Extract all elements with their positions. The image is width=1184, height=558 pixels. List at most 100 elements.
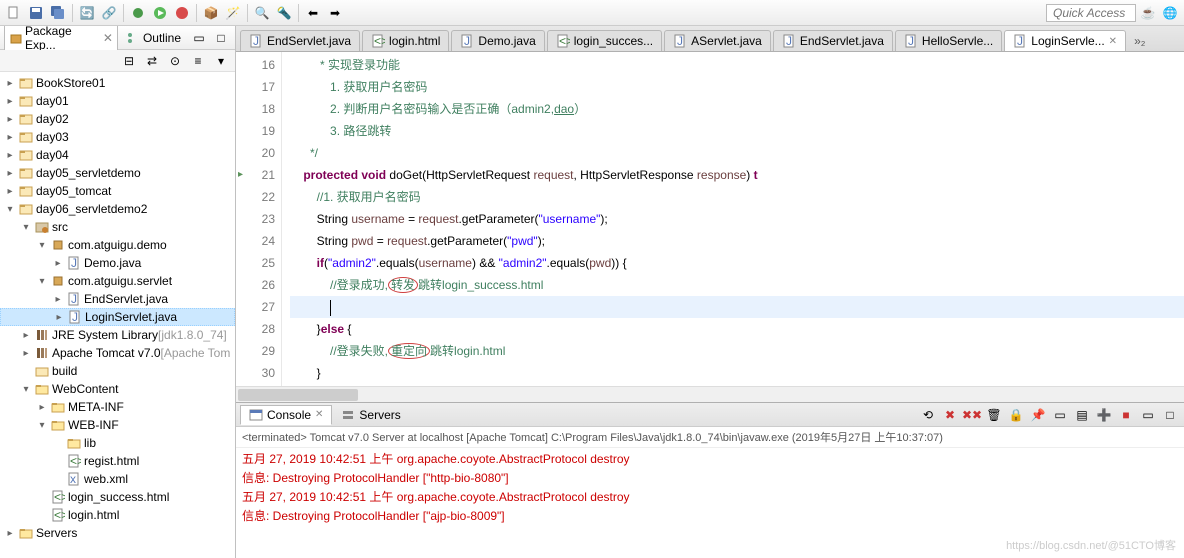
editor-tab-loginservle-[interactable]: JLoginServle...✕	[1004, 30, 1126, 51]
horizontal-scrollbar[interactable]	[236, 386, 1184, 402]
code-editor[interactable]: 16171819202122232425262728293031 * 实现登录功…	[236, 52, 1184, 386]
save-all-icon[interactable]	[48, 3, 68, 23]
editor-tab-demo-java[interactable]: JDemo.java	[451, 30, 544, 51]
persp-java-icon[interactable]: ☕	[1138, 3, 1158, 23]
editor-tab-login_succes-[interactable]: <>login_succes...	[547, 30, 662, 51]
persp-javaee-icon[interactable]: 🌐	[1160, 3, 1180, 23]
twisty-icon[interactable]: ▾	[36, 420, 48, 431]
new-icon[interactable]	[4, 3, 24, 23]
twisty-icon[interactable]: ▾	[36, 240, 48, 251]
code-line[interactable]: }	[290, 362, 1184, 384]
code-line[interactable]: */	[290, 142, 1184, 164]
quick-access-input[interactable]	[1046, 4, 1136, 22]
tree-node-endservlet-java[interactable]: ▸JEndServlet.java	[0, 290, 235, 308]
min-icon[interactable]: ▭	[1138, 405, 1158, 425]
twisty-icon[interactable]: ▾	[4, 204, 16, 215]
tree-node-day05_servletdemo[interactable]: ▸day05_servletdemo	[0, 164, 235, 182]
max-icon[interactable]: □	[1160, 405, 1180, 425]
terminate-relaunch-icon[interactable]: ⟲	[918, 405, 938, 425]
tree-node-apache-tomcat-v7-0-[interactable]: ▸Apache Tomcat v7.0 [Apache Tom	[0, 344, 235, 362]
tree-node-day04[interactable]: ▸day04	[0, 146, 235, 164]
console-output[interactable]: https://blog.csdn.net/@51CTO博客 五月 27, 20…	[236, 448, 1184, 558]
code-line[interactable]	[290, 296, 1184, 318]
twisty-icon[interactable]: ▾	[20, 384, 32, 395]
twisty-icon[interactable]: ▸	[4, 132, 16, 143]
tree-node-lib[interactable]: lib	[0, 434, 235, 452]
menu-icon[interactable]: ▾	[211, 51, 231, 71]
code-content[interactable]: * 实现登录功能 1. 获取用户名密码 2. 判断用户名密码输入是否正确（adm…	[282, 52, 1184, 386]
clear-console-icon[interactable]: 🗑	[984, 405, 1004, 425]
tree-node-com-atguigu-servlet[interactable]: ▾com.atguigu.servlet	[0, 272, 235, 290]
collapse-all-icon[interactable]: ⊟	[119, 51, 139, 71]
stop-icon[interactable]: ■	[1116, 405, 1136, 425]
twisty-icon[interactable]: ▸	[4, 78, 16, 89]
twisty-icon[interactable]: ▸	[4, 186, 16, 197]
refresh-icon[interactable]: 🔄	[77, 3, 97, 23]
twisty-icon[interactable]: ▾	[20, 222, 32, 233]
code-line[interactable]: }else {	[290, 318, 1184, 340]
tabs-overflow-button[interactable]: »₂	[1128, 31, 1151, 51]
twisty-icon[interactable]: ▸	[53, 312, 65, 323]
console-tab[interactable]: Console ✕	[240, 405, 332, 425]
twisty-icon[interactable]: ▸	[4, 528, 16, 539]
close-icon[interactable]: ✕	[315, 409, 323, 420]
code-line[interactable]: 1. 获取用户名密码	[290, 76, 1184, 98]
tree-node-web-inf[interactable]: ▾WEB-INF	[0, 416, 235, 434]
editor-tab-login-html[interactable]: <>login.html	[362, 30, 449, 51]
filter-icon[interactable]: ≡	[188, 51, 208, 71]
search-icon[interactable]: 🔦	[274, 3, 294, 23]
editor-tab-aservlet-java[interactable]: JAServlet.java	[664, 30, 771, 51]
tree-node-bookstore01[interactable]: ▸BookStore01	[0, 74, 235, 92]
tree-node-day01[interactable]: ▸day01	[0, 92, 235, 110]
code-line[interactable]: //登录成功,转发跳转login_success.html	[290, 274, 1184, 296]
open-console-icon[interactable]: ▤	[1072, 405, 1092, 425]
close-icon[interactable]: ✕	[103, 31, 113, 45]
tree-node-web-xml[interactable]: xweb.xml	[0, 470, 235, 488]
twisty-icon[interactable]: ▾	[36, 276, 48, 287]
twisty-icon[interactable]: ▸	[52, 294, 64, 305]
link-icon[interactable]: 🔗	[99, 3, 119, 23]
twisty-icon[interactable]: ▸	[52, 258, 64, 269]
servers-tab[interactable]: Servers	[332, 405, 409, 425]
editor-tab-endservlet-java[interactable]: JEndServlet.java	[773, 30, 893, 51]
tree-node-servers[interactable]: ▸Servers	[0, 524, 235, 542]
outline-tab[interactable]: Outline	[122, 29, 185, 47]
close-icon[interactable]: ✕	[1109, 36, 1117, 47]
tree-node-day05_tomcat[interactable]: ▸day05_tomcat	[0, 182, 235, 200]
new-server-icon[interactable]: 📦	[201, 3, 221, 23]
new-console-icon[interactable]: ➕	[1094, 405, 1114, 425]
tree-node-webcontent[interactable]: ▾WebContent	[0, 380, 235, 398]
tree-node-day03[interactable]: ▸day03	[0, 128, 235, 146]
tree-node-demo-java[interactable]: ▸JDemo.java	[0, 254, 235, 272]
twisty-icon[interactable]: ▸	[4, 96, 16, 107]
code-line[interactable]: if("admin2".equals(username) && "admin2"…	[290, 252, 1184, 274]
twisty-icon[interactable]: ▸	[4, 168, 16, 179]
back-icon[interactable]: ⬅	[303, 3, 323, 23]
code-line[interactable]: //登录失败,重定向跳转login.html	[290, 340, 1184, 362]
tree-node-login-html[interactable]: <>login.html	[0, 506, 235, 524]
remove-launch-icon[interactable]: ✖	[940, 405, 960, 425]
code-line[interactable]: String pwd = request.getParameter("pwd")…	[290, 230, 1184, 252]
scroll-lock-icon[interactable]: 🔒	[1006, 405, 1026, 425]
twisty-icon[interactable]: ▸	[20, 348, 32, 359]
tree-node-login_success-html[interactable]: <>login_success.html	[0, 488, 235, 506]
minimize-icon[interactable]: ▭	[189, 28, 209, 48]
code-line[interactable]: * 实现登录功能	[290, 54, 1184, 76]
tree-node-jre-system-library-[interactable]: ▸JRE System Library [jdk1.8.0_74]	[0, 326, 235, 344]
wizard-icon[interactable]: 🪄	[223, 3, 243, 23]
display-selected-icon[interactable]: ▭	[1050, 405, 1070, 425]
open-type-icon[interactable]: 🔍	[252, 3, 272, 23]
tree-node-loginservlet-java[interactable]: ▸JLoginServlet.java	[0, 308, 235, 326]
editor-tab-endservlet-java[interactable]: JEndServlet.java	[240, 30, 360, 51]
project-tree[interactable]: ▸BookStore01▸day01▸day02▸day03▸day04▸day…	[0, 72, 235, 558]
run-ext-icon[interactable]	[172, 3, 192, 23]
pin-console-icon[interactable]: 📌	[1028, 405, 1048, 425]
tree-node-src[interactable]: ▾src	[0, 218, 235, 236]
code-line[interactable]: //1. 获取用户名密码	[290, 186, 1184, 208]
link-editor-icon[interactable]: ⇄	[142, 51, 162, 71]
code-line[interactable]: protected void doGet(HttpServletRequest …	[290, 164, 1184, 186]
tree-node-regist-html[interactable]: <>regist.html	[0, 452, 235, 470]
tree-node-build[interactable]: build	[0, 362, 235, 380]
remove-all-icon[interactable]: ✖✖	[962, 405, 982, 425]
twisty-icon[interactable]: ▸	[4, 114, 16, 125]
